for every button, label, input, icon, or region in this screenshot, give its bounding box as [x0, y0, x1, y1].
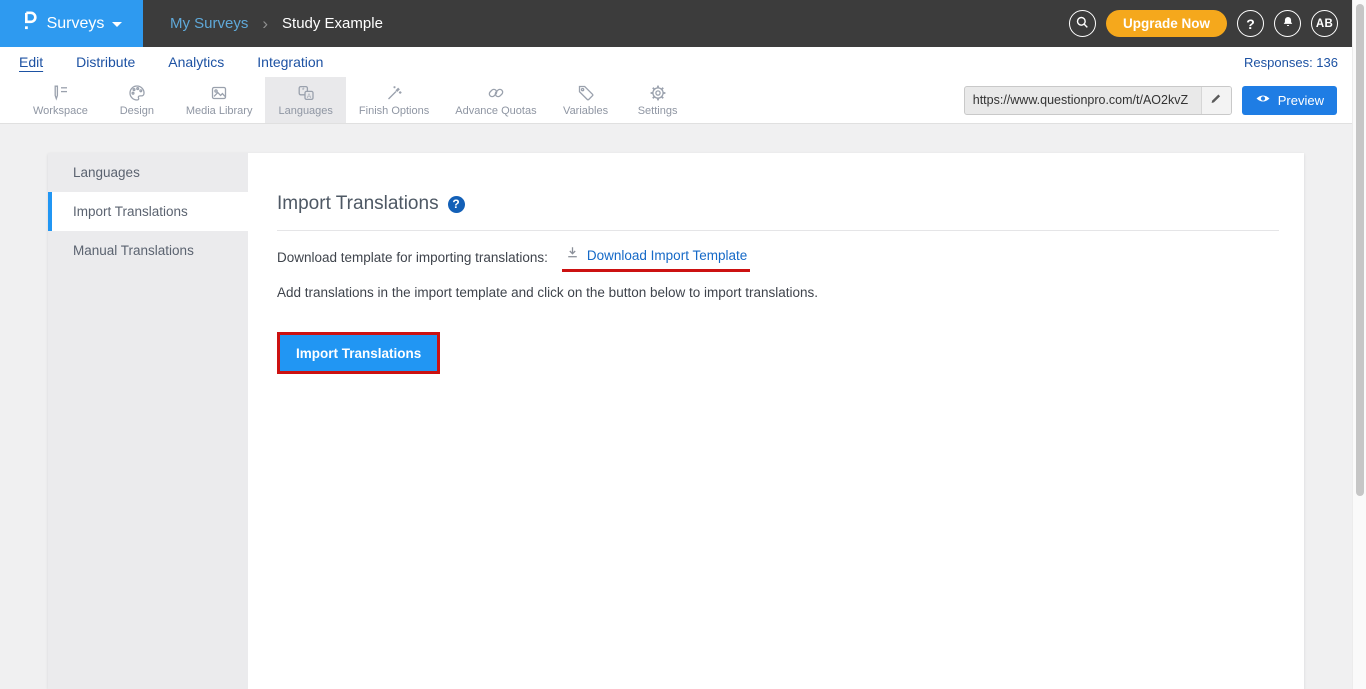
- upgrade-now-button[interactable]: Upgrade Now: [1106, 10, 1227, 37]
- bell-icon: [1281, 15, 1295, 32]
- product-name: Surveys: [47, 15, 105, 33]
- tab-distribute[interactable]: Distribute: [76, 54, 135, 70]
- download-icon: [565, 245, 580, 265]
- tab-integration[interactable]: Integration: [257, 54, 323, 70]
- survey-url-box: [964, 86, 1232, 115]
- survey-url-input[interactable]: [965, 93, 1201, 107]
- download-template-text: Download template for importing translat…: [277, 250, 548, 265]
- toolbar-label: Finish Options: [359, 105, 429, 117]
- workspace-icon: [50, 83, 70, 103]
- import-translations-content: Import Translations ? Download template …: [248, 153, 1304, 689]
- notifications-button[interactable]: [1274, 10, 1301, 37]
- languages-panel: Languages Import Translations Manual Tra…: [48, 153, 1304, 689]
- svg-text:*: *: [302, 88, 305, 95]
- surveys-product-menu[interactable]: Surveys: [0, 0, 143, 47]
- variables-icon: [576, 83, 596, 103]
- advance-quotas-icon: [486, 83, 506, 103]
- toolbar-label: Media Library: [186, 105, 253, 117]
- toolbar-item-finish-options[interactable]: Finish Options: [346, 77, 442, 123]
- edit-toolbar: Workspace Design: [0, 77, 1352, 124]
- page-title: Import Translations: [277, 193, 439, 215]
- download-template-row: Download template for importing translat…: [277, 243, 1279, 272]
- toolbar-label: Advance Quotas: [455, 105, 536, 117]
- topbar-actions: Upgrade Now ? AB: [1069, 10, 1352, 37]
- eye-icon: [1255, 92, 1271, 108]
- download-import-template-link[interactable]: Download Import Template: [587, 248, 747, 263]
- languages-sidebar: Languages Import Translations Manual Tra…: [48, 153, 248, 689]
- page-title-row: Import Translations ?: [277, 193, 1279, 215]
- svg-text:A: A: [307, 93, 312, 100]
- app-window: Surveys My Surveys › Study Example: [0, 0, 1366, 689]
- toolbar-item-media-library[interactable]: Media Library: [173, 77, 266, 123]
- questionpro-logo-icon: [21, 9, 39, 38]
- toolbar-label: Languages: [278, 105, 332, 117]
- import-button-highlight: Import Translations: [277, 332, 440, 374]
- tab-analytics[interactable]: Analytics: [168, 54, 224, 70]
- import-translations-button[interactable]: Import Translations: [280, 335, 437, 371]
- help-tooltip-icon[interactable]: ?: [448, 196, 465, 213]
- chevron-down-icon: [112, 22, 122, 27]
- media-library-icon: [209, 83, 229, 103]
- tab-edit[interactable]: Edit: [19, 54, 43, 70]
- help-button[interactable]: ?: [1237, 10, 1264, 37]
- languages-icon: * A: [296, 83, 316, 103]
- toolbar-label: Variables: [563, 105, 608, 117]
- toolbar-item-settings[interactable]: Settings: [622, 77, 694, 123]
- preview-button[interactable]: Preview: [1242, 86, 1337, 115]
- toolbar-item-workspace[interactable]: Workspace: [20, 77, 101, 123]
- breadcrumb-current-survey: Study Example: [282, 15, 383, 32]
- toolbar-label: Settings: [638, 105, 678, 117]
- pencil-icon: [1210, 91, 1223, 109]
- sidebar-item-languages[interactable]: Languages: [48, 153, 248, 192]
- toolbar-right: Preview: [964, 77, 1352, 123]
- survey-tab-bar: Edit Distribute Analytics Integration Re…: [0, 47, 1352, 77]
- user-avatar[interactable]: AB: [1311, 10, 1338, 37]
- settings-icon: [648, 83, 668, 103]
- section-divider: [277, 230, 1279, 231]
- search-button[interactable]: [1069, 10, 1096, 37]
- breadcrumb: My Surveys › Study Example: [170, 15, 383, 32]
- vertical-scrollbar-thumb[interactable]: [1356, 4, 1364, 496]
- design-icon: [127, 83, 147, 103]
- toolbar-item-design[interactable]: Design: [101, 77, 173, 123]
- download-template-highlight[interactable]: Download Import Template: [562, 243, 750, 272]
- breadcrumb-my-surveys[interactable]: My Surveys: [170, 15, 248, 32]
- breadcrumb-separator-icon: ›: [262, 15, 268, 32]
- preview-label: Preview: [1278, 93, 1324, 108]
- search-icon: [1075, 15, 1090, 33]
- toolbar-item-languages[interactable]: * A Languages: [265, 77, 345, 123]
- import-instruction-text: Add translations in the import template …: [277, 285, 1279, 300]
- toolbar-item-variables[interactable]: Variables: [550, 77, 622, 123]
- responses-count[interactable]: Responses: 136: [1244, 55, 1352, 70]
- vertical-scrollbar-track[interactable]: [1352, 0, 1366, 689]
- finish-options-icon: [384, 83, 404, 103]
- toolbar-label: Design: [120, 105, 154, 117]
- sidebar-item-import-translations[interactable]: Import Translations: [48, 192, 248, 231]
- top-bar: Surveys My Surveys › Study Example: [0, 0, 1352, 47]
- toolbar-label: Workspace: [33, 105, 88, 117]
- sidebar-item-manual-translations[interactable]: Manual Translations: [48, 231, 248, 270]
- toolbar-item-advance-quotas[interactable]: Advance Quotas: [442, 77, 549, 123]
- edit-url-button[interactable]: [1201, 87, 1231, 114]
